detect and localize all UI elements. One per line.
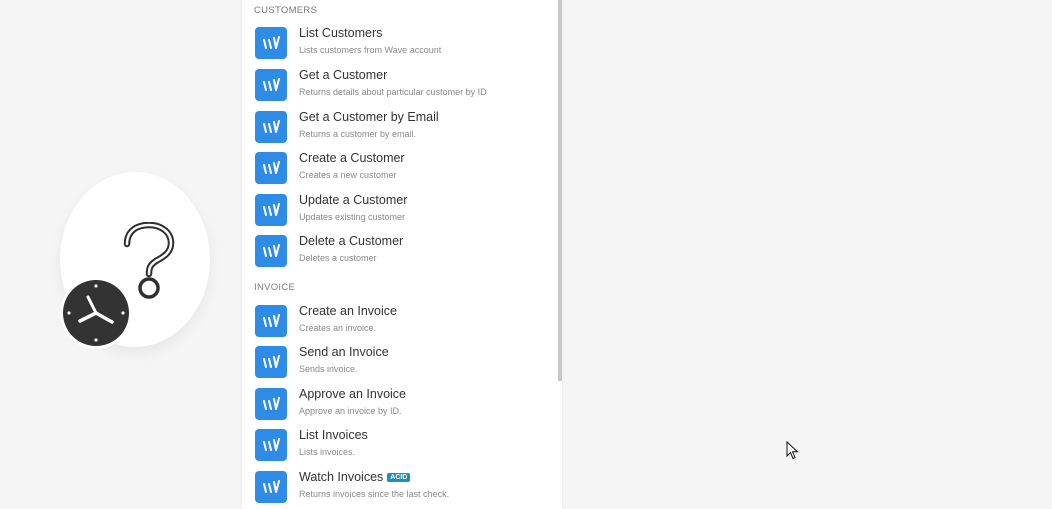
list-item-update-customer[interactable]: Update a Customer Updates existing custo… [242,193,558,234]
list-item-list-invoices[interactable]: List Invoices Lists invoices. [242,428,558,469]
section-header-customers: CUSTOMERS [254,5,318,16]
item-description: Deletes a customer [299,253,377,263]
wave-icon [255,305,287,337]
wave-icon [255,152,287,184]
list-item-get-customer-by-email[interactable]: Get a Customer by Email Returns a custom… [242,110,558,151]
item-title: Create an Invoice [299,304,397,318]
acid-badge: ACID [387,473,411,482]
wave-icon [255,346,287,378]
item-title: Create a Customer [299,151,405,165]
wave-icon [255,429,287,461]
item-description: Lists customers from Wave account [299,45,442,55]
item-title: Send an Invoice [299,345,389,359]
module-picker-panel[interactable]: CUSTOMERS List Customers Lists customers… [242,0,562,509]
item-description: Approve an invoice by ID. [299,406,402,416]
list-item-create-invoice[interactable]: Create an Invoice Creates an invoice. [242,304,558,345]
wave-icon [255,388,287,420]
list-item-delete-customer[interactable]: Delete a Customer Deletes a customer [242,234,558,275]
wave-icon [255,27,287,59]
scenario-canvas[interactable]: CUSTOMERS List Customers Lists customers… [0,0,1052,509]
item-title: Update a Customer [299,193,408,207]
item-title: Delete a Customer [299,234,404,248]
clock-icon[interactable] [58,275,134,351]
item-description: Updates existing customer [299,212,406,222]
scrollbar-thumb[interactable] [558,0,562,381]
item-description: Returns invoices since the last check. [299,489,450,499]
item-title: Get a Customer [299,68,388,82]
scrollbar[interactable] [558,0,562,509]
list-item-approve-invoice[interactable]: Approve an Invoice Approve an invoice by… [242,387,558,428]
item-title: Approve an Invoice [299,387,407,401]
section-header-invoice: INVOICE [254,282,296,293]
mouse-cursor-icon [786,441,799,460]
item-title: List Invoices [299,428,368,442]
item-title: Watch Invoices ACID [299,470,411,484]
list-item-list-customers[interactable]: List Customers Lists customers from Wave… [242,26,558,67]
list-item-create-customer[interactable]: Create a Customer Creates a new customer [242,151,558,192]
item-title: Get a Customer by Email [299,110,439,124]
wave-icon [255,235,287,267]
list-item-watch-invoices[interactable]: Watch Invoices ACID Returns invoices sinc… [242,470,558,509]
wave-icon [255,194,287,226]
wave-icon [255,111,287,143]
wave-icon [255,471,287,503]
list-item-get-customer[interactable]: Get a Customer Returns details about par… [242,68,558,109]
item-title-text: Watch Invoices [299,470,384,484]
item-description: Creates an invoice. [299,323,377,333]
list-item-send-invoice[interactable]: Send an Invoice Sends invoice. [242,345,558,386]
item-description: Sends invoice. [299,364,358,374]
item-description: Returns details about particular custome… [299,87,487,97]
item-description: Lists invoices. [299,447,356,457]
item-description: Returns a customer by email. [299,129,417,139]
wave-icon [255,69,287,101]
item-title: List Customers [299,26,383,40]
item-description: Creates a new customer [299,170,397,180]
